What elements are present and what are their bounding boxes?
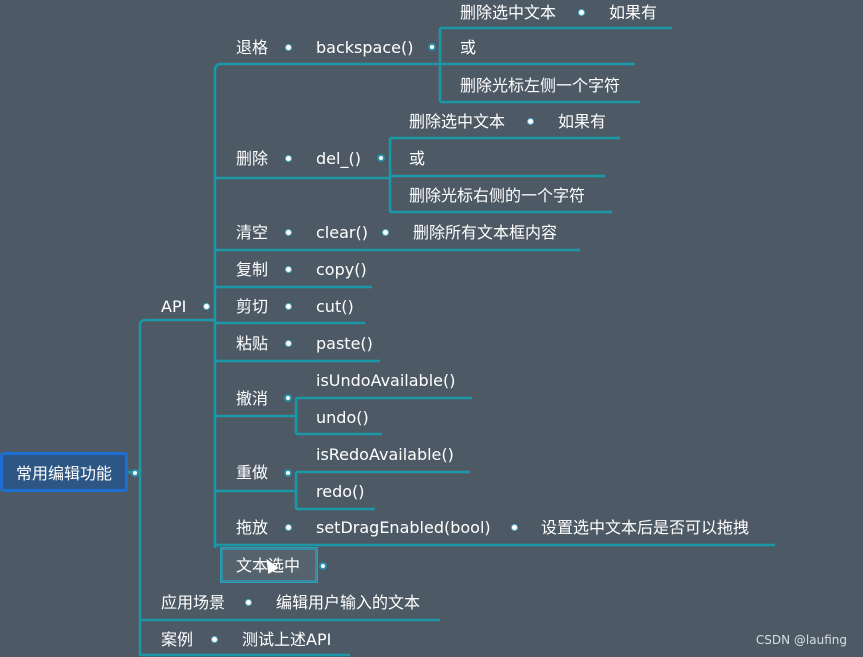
clear-label[interactable]: 清空 bbox=[236, 223, 268, 243]
del-sub2[interactable]: 或 bbox=[409, 149, 425, 169]
clear-dot bbox=[285, 229, 292, 236]
backspace-sub1-dot bbox=[578, 9, 585, 16]
case-label[interactable]: 案例 bbox=[161, 630, 193, 650]
backspace-label[interactable]: 退格 bbox=[236, 38, 268, 58]
redo-available-func[interactable]: isRedoAvailable() bbox=[316, 445, 454, 465]
paste-label[interactable]: 粘贴 bbox=[236, 334, 268, 354]
del-sub1b[interactable]: 如果有 bbox=[558, 112, 606, 132]
backspace-sub2[interactable]: 或 bbox=[460, 38, 476, 58]
backspace-dot bbox=[285, 44, 292, 51]
redo-label[interactable]: 重做 bbox=[236, 463, 268, 483]
undo-available-func[interactable]: isUndoAvailable() bbox=[316, 371, 455, 391]
del-dot bbox=[285, 155, 292, 162]
api-node[interactable]: API bbox=[161, 297, 186, 317]
del-func[interactable]: del_() bbox=[316, 149, 361, 169]
text-select-expand-dot[interactable] bbox=[319, 562, 327, 570]
root-node[interactable]: 常用编辑功能 bbox=[0, 452, 128, 492]
backspace-func[interactable]: backspace() bbox=[316, 38, 413, 58]
cut-dot bbox=[285, 303, 292, 310]
del-sub3[interactable]: 删除光标右侧的一个字符 bbox=[409, 186, 585, 206]
scene-label[interactable]: 应用场景 bbox=[161, 593, 225, 613]
paste-func[interactable]: paste() bbox=[316, 334, 373, 354]
root-label: 常用编辑功能 bbox=[15, 464, 112, 483]
case-desc[interactable]: 测试上述API bbox=[242, 630, 331, 650]
connector-lines bbox=[128, 26, 775, 657]
clear-func[interactable]: clear() bbox=[316, 223, 368, 243]
undo-func[interactable]: undo() bbox=[316, 408, 369, 428]
copy-label[interactable]: 复制 bbox=[236, 260, 268, 280]
root-expand-dot[interactable] bbox=[131, 469, 139, 477]
cut-label[interactable]: 剪切 bbox=[236, 297, 268, 317]
drag-func-dot bbox=[511, 524, 518, 531]
backspace-sub1b[interactable]: 如果有 bbox=[609, 3, 657, 23]
del-label[interactable]: 删除 bbox=[236, 149, 268, 169]
drag-func[interactable]: setDragEnabled(bool) bbox=[316, 518, 491, 538]
copy-func[interactable]: copy() bbox=[316, 260, 367, 280]
drag-dot bbox=[285, 524, 292, 531]
copy-dot bbox=[285, 266, 292, 273]
paste-dot bbox=[285, 340, 292, 347]
watermark: CSDN @laufing bbox=[755, 633, 847, 647]
drag-desc[interactable]: 设置选中文本后是否可以拖拽 bbox=[541, 518, 749, 538]
redo-expand-dot[interactable] bbox=[284, 469, 292, 477]
api-dot bbox=[203, 303, 210, 310]
scene-desc[interactable]: 编辑用户输入的文本 bbox=[276, 593, 420, 613]
cut-func[interactable]: cut() bbox=[316, 297, 354, 317]
backspace-sub1[interactable]: 删除选中文本 bbox=[460, 3, 556, 23]
backspace-expand-dot[interactable] bbox=[428, 43, 436, 51]
scene-dot bbox=[245, 599, 252, 606]
del-expand-dot[interactable] bbox=[377, 154, 385, 162]
clear-func-dot bbox=[382, 229, 389, 236]
clear-desc[interactable]: 删除所有文本框内容 bbox=[413, 223, 557, 243]
case-dot bbox=[211, 636, 218, 643]
backspace-sub3[interactable]: 删除光标左侧一个字符 bbox=[460, 76, 620, 96]
undo-expand-dot[interactable] bbox=[284, 394, 292, 402]
del-sub1[interactable]: 删除选中文本 bbox=[409, 112, 505, 132]
redo-func[interactable]: redo() bbox=[316, 482, 365, 502]
del-sub1-dot bbox=[527, 118, 534, 125]
undo-label[interactable]: 撤消 bbox=[236, 389, 268, 409]
drag-label[interactable]: 拖放 bbox=[236, 518, 268, 538]
